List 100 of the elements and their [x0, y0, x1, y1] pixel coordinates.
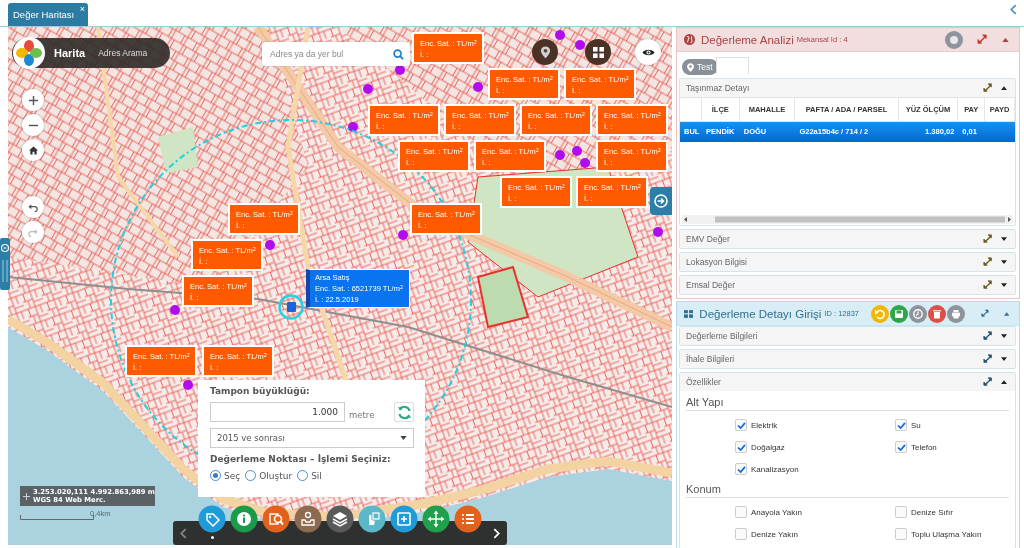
- poi-marker-icon[interactable]: [572, 146, 582, 156]
- poi-marker-icon[interactable]: [363, 84, 373, 94]
- expand-icon[interactable]: [981, 308, 990, 319]
- poi-marker-icon[interactable]: [395, 65, 405, 75]
- caret-down-icon[interactable]: [1001, 357, 1007, 361]
- poi-marker-icon[interactable]: [555, 150, 565, 160]
- expand-icon[interactable]: [983, 377, 993, 387]
- refresh-button[interactable]: [394, 402, 414, 422]
- mode-prompt: Değerleme Noktası – İşlemi Seçiniz:: [210, 454, 392, 464]
- accordion-header[interactable]: İhale Bilgileri: [680, 350, 1015, 368]
- radio-label[interactable]: Oluştur: [259, 470, 293, 481]
- move-icon[interactable]: [422, 505, 450, 533]
- poi-marker-icon[interactable]: [398, 230, 408, 240]
- list-icon[interactable]: [454, 505, 482, 533]
- checkbox[interactable]: [895, 506, 907, 518]
- caret-up-icon[interactable]: [1001, 86, 1007, 90]
- radio-button[interactable]: [297, 470, 309, 481]
- eye-icon: [641, 47, 655, 57]
- checkbox-label[interactable]: Toplu Ulaşma Yakın: [911, 529, 982, 539]
- arrow-circle-icon: [654, 194, 668, 208]
- poi-marker-icon[interactable]: [575, 40, 585, 50]
- poi-marker-icon[interactable]: [183, 380, 193, 390]
- trash-icon[interactable]: [928, 304, 946, 323]
- poi-marker-icon[interactable]: [580, 158, 590, 168]
- side-panel-toggle[interactable]: [0, 238, 10, 290]
- checkbox[interactable]: [895, 441, 907, 453]
- expand-icon[interactable]: [983, 234, 993, 244]
- layers-icon[interactable]: [326, 505, 354, 533]
- poi-marker-icon[interactable]: [170, 305, 180, 315]
- caret-up-icon[interactable]: [1001, 380, 1007, 384]
- chevron-left-icon[interactable]: [1010, 3, 1017, 15]
- expand-icon[interactable]: [983, 83, 993, 93]
- checkbox[interactable]: [735, 528, 747, 540]
- checkbox-label[interactable]: Telefon: [911, 442, 937, 452]
- accordion-header[interactable]: EMV Değer: [680, 230, 1015, 248]
- expand-icon[interactable]: [983, 331, 993, 341]
- horizontal-scrollbar[interactable]: [682, 215, 1013, 224]
- save-icon[interactable]: [890, 304, 908, 323]
- checkbox-label[interactable]: Anayola Yakın: [751, 507, 802, 517]
- panel-title: Değerleme Analizi: [701, 33, 794, 46]
- radio-button[interactable]: [245, 470, 257, 481]
- print-icon[interactable]: [947, 304, 965, 323]
- grid-icon: [684, 308, 694, 319]
- checkbox-label[interactable]: Denize Yakın: [751, 529, 798, 539]
- poi-marker-icon[interactable]: [473, 82, 483, 92]
- plus-icon: [23, 492, 30, 500]
- checkbox[interactable]: [735, 441, 747, 453]
- caret-down-icon[interactable]: [1001, 237, 1007, 241]
- accordion-header[interactable]: Lokasyon Bilgisi: [680, 253, 1015, 271]
- period-select[interactable]: 2015 ve sonrası: [210, 428, 414, 448]
- poi-marker-icon[interactable]: [555, 30, 565, 40]
- caret-down-icon[interactable]: [1001, 334, 1007, 338]
- expand-icon[interactable]: [977, 34, 988, 45]
- caret-down-icon[interactable]: [1001, 260, 1007, 264]
- poi-marker-icon[interactable]: [653, 227, 663, 237]
- radio-button[interactable]: [210, 470, 221, 481]
- close-button[interactable]: ×: [79, 4, 85, 14]
- chevron-left-icon[interactable]: [180, 527, 187, 539]
- search-field[interactable]: Adres ya da yer bul: [262, 42, 410, 66]
- expand-icon[interactable]: [983, 257, 993, 267]
- history-icon[interactable]: [909, 304, 927, 323]
- plus-icon: [28, 95, 38, 105]
- grid-icon: [592, 46, 604, 58]
- checkbox[interactable]: [895, 419, 907, 431]
- checkbox[interactable]: [735, 463, 747, 475]
- checkbox-label[interactable]: Doğalgaz: [751, 442, 785, 452]
- park-area: [158, 127, 198, 173]
- expand-icon[interactable]: [983, 354, 993, 364]
- radio-label[interactable]: Seç: [224, 470, 241, 481]
- buffer-size-input[interactable]: 1.000: [210, 402, 345, 422]
- tray-icon[interactable]: [294, 505, 322, 533]
- tag-icon[interactable]: [198, 505, 226, 533]
- checkbox-label[interactable]: Kanalizasyon: [751, 464, 799, 474]
- pointer-icon[interactable]: [358, 505, 386, 533]
- radio-label[interactable]: Sil: [311, 470, 322, 481]
- caret-down-icon[interactable]: [1001, 283, 1007, 287]
- checkbox[interactable]: [895, 528, 907, 540]
- checkbox-label[interactable]: Su: [911, 420, 921, 430]
- buffer-title: Tampon büyüklüğü:: [210, 386, 311, 396]
- checkbox-label[interactable]: Denize Sıfır: [911, 507, 953, 517]
- checkbox[interactable]: [735, 419, 747, 431]
- accordion-header[interactable]: Emsal Değer: [680, 276, 1015, 294]
- accordion-header[interactable]: Özellikler: [680, 373, 1015, 391]
- chevron-right-icon[interactable]: [493, 527, 500, 539]
- poi-marker-icon[interactable]: [265, 240, 275, 250]
- map-tab[interactable]: Değer Haritası ×: [8, 3, 88, 26]
- accordion-header[interactable]: Taşınmaz Detayı: [680, 79, 1015, 97]
- checkbox-label[interactable]: Elektrik: [751, 420, 778, 430]
- dot-circle-icon[interactable]: [945, 30, 963, 49]
- poi-marker-icon[interactable]: [348, 122, 358, 132]
- address-search-link[interactable]: Adres Arama: [98, 48, 148, 58]
- search-icon[interactable]: [262, 505, 290, 533]
- add-icon[interactable]: [390, 505, 418, 533]
- checkbox[interactable]: [735, 506, 747, 518]
- panel-toggle-button[interactable]: [650, 187, 672, 215]
- expand-icon[interactable]: [983, 280, 993, 290]
- location-pin-icon[interactable]: [278, 294, 304, 320]
- accordion-header[interactable]: Değerleme Bilgileri: [680, 327, 1015, 345]
- input-field[interactable]: [715, 57, 749, 74]
- info-icon[interactable]: [230, 505, 258, 533]
